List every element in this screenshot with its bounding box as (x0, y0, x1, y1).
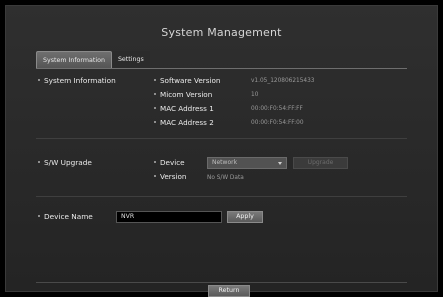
tab-bar: System Information Settings (36, 51, 150, 68)
device-select[interactable]: Network (207, 157, 287, 169)
mac-address-1-value: 00:00:F0:54:FF:FF (251, 106, 303, 112)
page-title: System Management (161, 26, 282, 39)
chevron-down-icon (278, 162, 282, 165)
apply-button[interactable]: Apply (227, 211, 263, 223)
section-divider (36, 196, 407, 197)
device-select-value: Network (212, 159, 238, 166)
tab-divider (36, 68, 407, 69)
tab-settings[interactable]: Settings (111, 51, 150, 68)
mac-address-2-label: MAC Address 2 (154, 118, 214, 127)
upgrade-button[interactable]: Upgrade (293, 157, 348, 169)
software-version-label: Software Version (154, 76, 220, 85)
version-label: Version (154, 172, 186, 181)
section-label-sw-upgrade: S/W Upgrade (38, 158, 92, 167)
device-label: Device (154, 158, 185, 167)
tab-system-information[interactable]: System Information (36, 51, 112, 68)
version-value: No S/W Data (207, 175, 244, 181)
section-label-system-information: System Information (38, 76, 116, 85)
section-label-device-name: Device Name (38, 212, 93, 221)
section-divider (36, 138, 407, 139)
return-button[interactable]: Return (208, 285, 250, 297)
mac-address-2-value: 00:00:F0:54:FF:00 (251, 120, 304, 126)
footer-divider (36, 282, 407, 283)
device-name-input[interactable]: NVR (116, 211, 222, 223)
software-version-value: v1.05_120806215433 (251, 78, 315, 84)
micom-version-label: Micom Version (154, 90, 212, 99)
mac-address-1-label: MAC Address 1 (154, 104, 214, 113)
system-management-window: System Management System Information Set… (5, 5, 438, 297)
micom-version-value: 10 (251, 92, 259, 98)
